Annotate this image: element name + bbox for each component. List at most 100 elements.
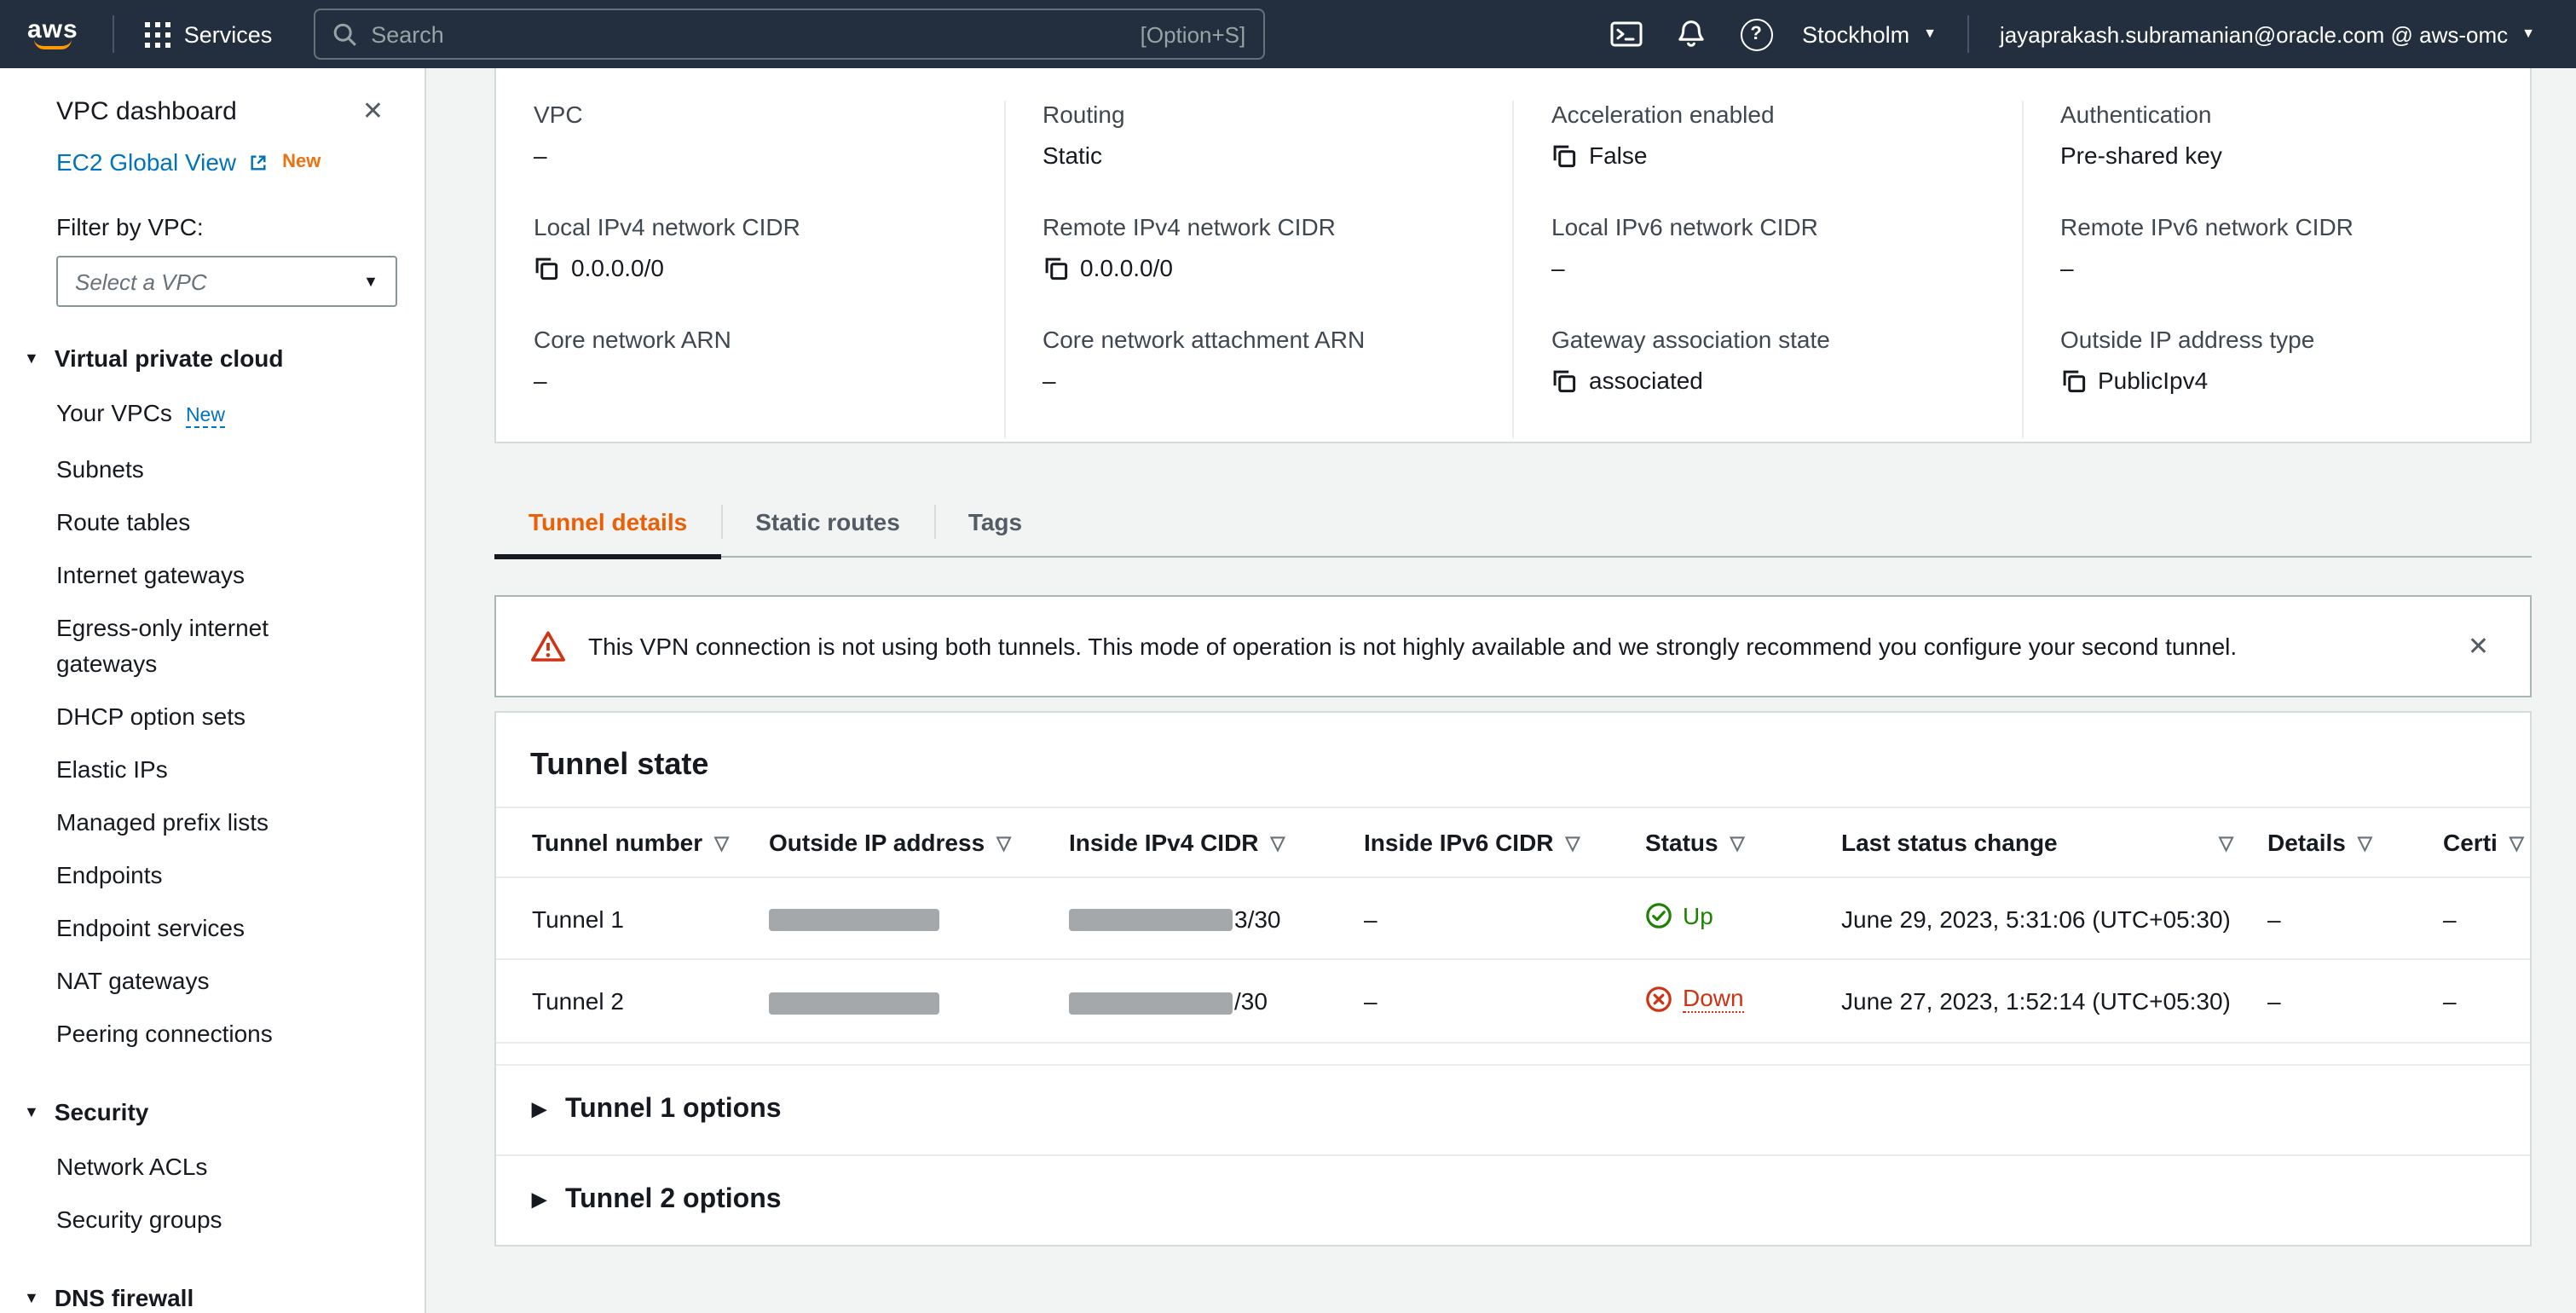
search-shortcut: [Option+S] [1141, 21, 1246, 47]
col-tunnel-number[interactable]: Tunnel number▽ [496, 807, 752, 877]
detail-label: Remote IPv6 network CIDR [2060, 213, 2492, 240]
sort-icon[interactable]: ▽ [1566, 831, 1580, 853]
detail-label: Local IPv6 network CIDR [1551, 213, 1984, 240]
tunnel-table-container: Tunnel number▽ Outside IP address▽ Insid… [496, 807, 2530, 1043]
tab-static-routes[interactable]: Static routes [721, 488, 934, 556]
copy-icon[interactable] [1551, 142, 1577, 168]
copy-icon[interactable] [2060, 367, 2086, 393]
sidebar-item-internet-gateways[interactable]: Internet gateways [0, 549, 425, 602]
inside-ipv4-cell: /30 [1052, 959, 1347, 1042]
sidebar-item-endpoint-services[interactable]: Endpoint services [0, 902, 425, 955]
bell-icon [1674, 17, 1708, 51]
aws-logo[interactable]: aws [27, 19, 78, 49]
expander-tunnel-1-options[interactable]: ▶ Tunnel 1 options [496, 1063, 2530, 1154]
help-icon: ? [1740, 18, 1772, 50]
new-badge: New [186, 406, 225, 428]
tunnel-2-row[interactable]: Tunnel 2 /30 – Down [496, 959, 2530, 1042]
copy-icon[interactable] [534, 255, 559, 281]
sidebar-item-subnets[interactable]: Subnets [0, 443, 425, 496]
sidebar-item-managed-prefix-lists[interactable]: Managed prefix lists [0, 796, 425, 849]
inside-ipv6-cell: – [1347, 959, 1628, 1042]
details-cell: – [2250, 877, 2426, 959]
sort-icon[interactable]: ▽ [2510, 831, 2524, 853]
sidebar-title: VPC dashboard [56, 96, 237, 125]
notifications-button[interactable] [1659, 0, 1724, 68]
sidebar-item-network-acls[interactable]: Network ACLs [0, 1141, 425, 1194]
topbar: aws Services [Option+S] [0, 0, 2576, 68]
sort-icon[interactable]: ▽ [1730, 831, 1745, 853]
tunnel-1-row[interactable]: Tunnel 1 3/30 – Up [496, 877, 2530, 959]
detail-label: Routing [1043, 101, 1475, 128]
sidebar-item-your-vpcs[interactable]: Your VPCsNew [0, 387, 425, 443]
status-cell: Down [1628, 959, 1824, 1042]
detail-value: False [1589, 142, 1647, 169]
external-link-icon [246, 151, 269, 173]
col-certificate[interactable]: Certi▽ [2426, 807, 2530, 877]
tunnel-state-panel: Tunnel state Tunnel number▽ Outside IP a… [494, 711, 2532, 1246]
expander-tunnel-2-options[interactable]: ▶ Tunnel 2 options [496, 1154, 2530, 1244]
sort-icon[interactable]: ▽ [996, 831, 1011, 853]
vpc-filter-select[interactable]: Select a VPC ▼ [56, 256, 397, 307]
details-column: Routing Static Remote IPv4 network CIDR … [1003, 101, 1512, 438]
redacted-value [1069, 992, 1233, 1014]
chevron-down-icon: ▼ [363, 273, 378, 290]
region-selector[interactable]: Stockholm ▼ [1788, 0, 1950, 68]
sidebar-items-security: Network ACLs Security groups [0, 1141, 425, 1246]
cloudshell-icon [1609, 17, 1643, 51]
sort-icon[interactable]: ▽ [2219, 831, 2233, 853]
sidebar-section-virtual-private-cloud[interactable]: ▼ Virtual private cloud [0, 344, 425, 372]
redacted-value [769, 992, 939, 1014]
detail-field: Local IPv6 network CIDR – [1551, 213, 1984, 281]
detail-value: 0.0.0.0/0 [1080, 254, 1173, 281]
alert-close-button[interactable]: ✕ [2461, 628, 2496, 665]
col-status[interactable]: Status▽ [1628, 807, 1824, 877]
copy-icon[interactable] [1551, 367, 1577, 393]
detail-value: – [534, 367, 547, 394]
status-badge[interactable]: Down [1645, 984, 1744, 1013]
aws-console: aws Services [Option+S] [0, 0, 2576, 1313]
search-icon [332, 21, 357, 47]
cloudshell-button[interactable] [1594, 0, 1659, 68]
sidebar-items-vpc: Your VPCsNew Subnets Route tables Intern… [0, 387, 425, 1061]
detail-label: Acceleration enabled [1551, 101, 1984, 128]
table-header-row: Tunnel number▽ Outside IP address▽ Insid… [496, 807, 2530, 877]
col-outside-ip-address[interactable]: Outside IP address▽ [752, 807, 1052, 877]
sidebar-item-endpoints[interactable]: Endpoints [0, 849, 425, 902]
tab-tunnel-details[interactable]: Tunnel details [494, 488, 721, 556]
search-input[interactable] [371, 21, 1126, 47]
outside-ip-cell [752, 877, 1052, 959]
detail-field: Core network attachment ARN – [1043, 326, 1475, 394]
sort-icon[interactable]: ▽ [2358, 831, 2372, 853]
services-menu[interactable]: Services [131, 0, 286, 68]
help-button[interactable]: ? [1724, 0, 1788, 68]
caret-right-icon: ▶ [532, 1189, 546, 1211]
sidebar-item-route-tables[interactable]: Route tables [0, 496, 425, 549]
detail-field: Acceleration enabled False [1551, 101, 1984, 169]
search-box[interactable]: [Option+S] [313, 9, 1264, 60]
expander-label: Tunnel 2 options [565, 1184, 782, 1215]
tunnel-number-cell: Tunnel 1 [496, 877, 752, 959]
col-inside-ipv4-cidr[interactable]: Inside IPv4 CIDR▽ [1052, 807, 1347, 877]
sidebar-item-nat-gateways[interactable]: NAT gateways [0, 955, 425, 1008]
sidebar-item-egress-only-internet-gateways[interactable]: Egress-only internet gateways [0, 602, 425, 691]
copy-icon[interactable] [1043, 255, 1068, 281]
sidebar-item-ec2-global-view[interactable]: EC2 Global View New [0, 148, 425, 176]
detail-value: – [534, 142, 547, 169]
sidebar-item-elastic-ips[interactable]: Elastic IPs [0, 743, 425, 796]
sort-icon[interactable]: ▽ [1271, 831, 1285, 853]
sidebar-section-dns-firewall[interactable]: ▼ DNS firewall [0, 1284, 425, 1311]
detail-label: Remote IPv4 network CIDR [1043, 213, 1475, 240]
col-inside-ipv6-cidr[interactable]: Inside IPv6 CIDR▽ [1347, 807, 1628, 877]
account-menu[interactable]: jayaprakash.subramanian@oracle.com @ aws… [1986, 0, 2549, 68]
sort-icon[interactable]: ▽ [714, 831, 729, 853]
tab-tags[interactable]: Tags [934, 488, 1056, 556]
sidebar-item-peering-connections[interactable]: Peering connections [0, 1008, 425, 1061]
sidebar-item-dhcp-option-sets[interactable]: DHCP option sets [0, 691, 425, 743]
sidebar-close-button[interactable]: ✕ [362, 95, 384, 126]
details-column: VPC – Local IPv4 network CIDR 0.0.0.0/0 … [496, 101, 1003, 438]
sidebar-section-security[interactable]: ▼ Security [0, 1098, 425, 1125]
col-details[interactable]: Details▽ [2250, 807, 2426, 877]
sidebar-item-security-groups[interactable]: Security groups [0, 1194, 425, 1246]
col-last-status-change[interactable]: Last status change▽ [1824, 807, 2250, 877]
topbar-divider [113, 15, 114, 53]
